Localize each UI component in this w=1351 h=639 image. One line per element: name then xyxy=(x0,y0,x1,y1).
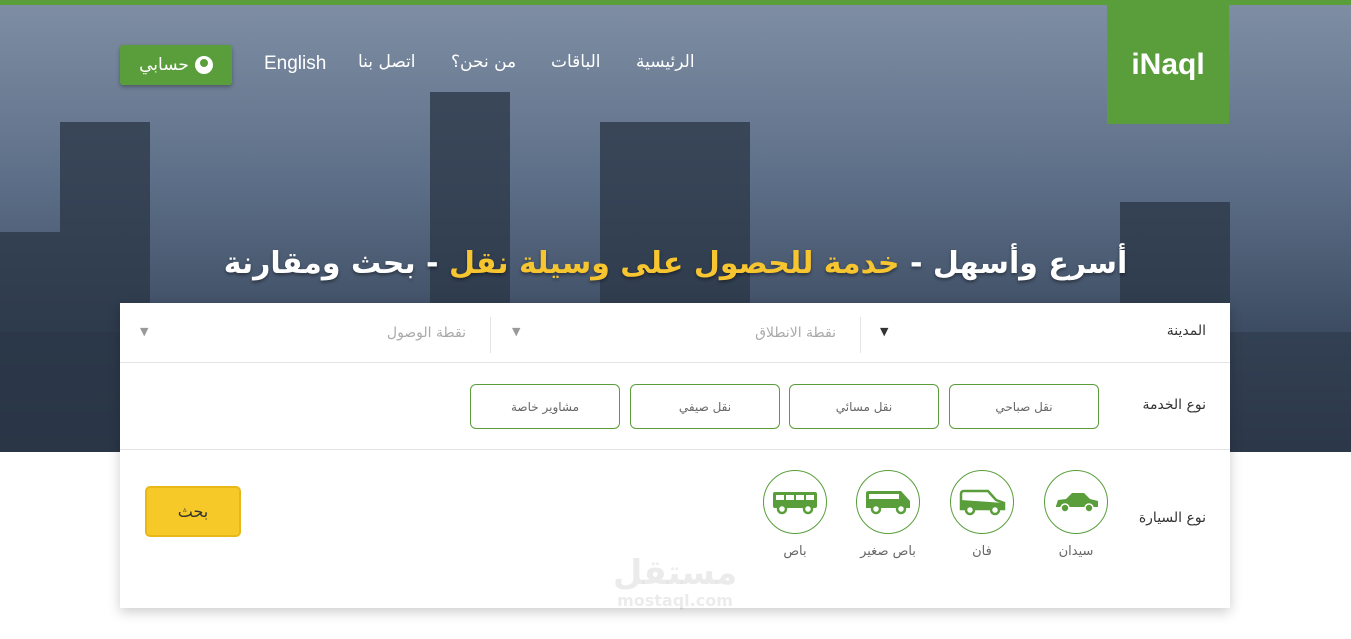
van-icon xyxy=(959,489,1006,516)
service-morning[interactable]: نقل صباحي xyxy=(949,384,1099,429)
sedan-icon xyxy=(1056,493,1098,513)
account-label: حسابي xyxy=(139,55,189,75)
nav-home[interactable]: الرئيسية xyxy=(636,52,695,78)
vehicle-name: باص xyxy=(783,544,807,559)
headline-part1: أسرع وأسهل - xyxy=(899,246,1128,281)
nav-contact[interactable]: اتصل بنا xyxy=(358,52,416,78)
vehicle-sedan[interactable]: سيدان xyxy=(1036,470,1116,559)
bus-icon xyxy=(773,492,817,515)
vehicle-van[interactable]: فان xyxy=(942,470,1022,559)
headline-part3: - بحث ومقارنة xyxy=(223,246,449,281)
chevron-down-icon: ▼ xyxy=(140,325,149,338)
city-label: المدينة xyxy=(1166,323,1206,339)
search-button[interactable]: بحث xyxy=(145,486,241,537)
account-button[interactable]: حسابي xyxy=(120,45,232,85)
headline-highlight: خدمة للحصول على وسيلة نقل xyxy=(448,246,900,281)
nav-packages[interactable]: الباقات xyxy=(551,52,601,78)
location-row: المدينة ▼ نقطة الانطلاق ▼ نقطة الوصول ▼ xyxy=(120,303,1230,363)
vehicle-minibus[interactable]: باص صغير xyxy=(848,470,928,559)
city-dropdown-chevron-icon[interactable]: ▼ xyxy=(880,325,888,338)
service-label: مشاوير خاصة xyxy=(510,399,580,414)
nav-language[interactable]: English xyxy=(264,53,326,79)
service-summer[interactable]: نقل صيفي xyxy=(630,384,780,429)
watermark: مستقل mostaql.com xyxy=(590,555,760,610)
start-point-select[interactable]: نقطة الانطلاق ▼ xyxy=(500,303,860,363)
service-label: نقل صيفي xyxy=(678,399,732,414)
end-point-select[interactable]: نقطة الوصول ▼ xyxy=(130,303,490,363)
end-placeholder: نقطة الوصول xyxy=(386,325,466,341)
service-private-trips[interactable]: مشاوير خاصة xyxy=(470,384,620,429)
vehicle-type-label: نوع السيارة xyxy=(1138,510,1206,526)
vehicle-name: سيدان xyxy=(1058,544,1094,559)
hero-headline: أسرع وأسهل - خدمة للحصول على وسيلة نقل -… xyxy=(0,246,1351,281)
nav-about[interactable]: من نحن؟ xyxy=(451,52,516,78)
vehicle-name: فان xyxy=(972,544,992,559)
vehicle-name: باص صغير xyxy=(860,544,916,559)
minibus-icon xyxy=(866,491,910,515)
service-label: نقل مسائي xyxy=(835,399,893,414)
chevron-down-icon: ▼ xyxy=(512,325,521,338)
logo[interactable]: iNaql xyxy=(1107,5,1229,124)
user-circle-icon xyxy=(194,56,213,74)
service-evening[interactable]: نقل مسائي xyxy=(789,384,939,429)
logo-text: iNaql xyxy=(1131,47,1205,81)
start-placeholder: نقطة الانطلاق xyxy=(755,325,836,341)
watermark-en: mostaql.com xyxy=(617,591,733,610)
vehicle-bus[interactable]: باص xyxy=(755,470,835,559)
service-type-label: نوع الخدمة xyxy=(1142,397,1206,413)
watermark-ar: مستقل xyxy=(612,553,738,593)
search-label: بحث xyxy=(177,502,209,521)
service-label: نقل صباحي xyxy=(995,399,1053,414)
